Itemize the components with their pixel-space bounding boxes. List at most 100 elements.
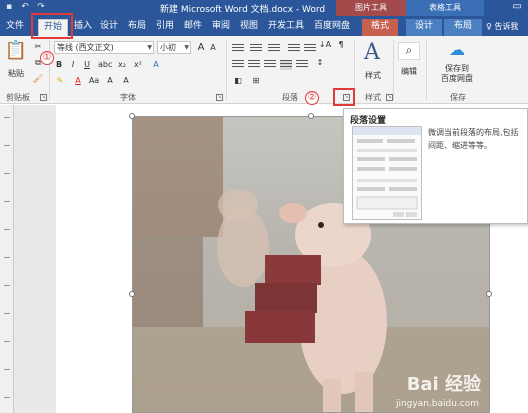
ruler-tick [4,257,10,258]
tab-view[interactable]: 视图 [238,19,260,36]
tab-design[interactable]: 设计 [98,19,120,36]
align-right-icon[interactable] [264,60,276,70]
decrease-indent-icon[interactable] [288,44,300,54]
bold-icon[interactable]: B [54,60,64,69]
group-paragraph-label: 段落 [282,93,298,102]
underline-icon[interactable]: U [82,60,92,69]
pig-leg [323,379,341,412]
grow-font-icon[interactable]: A [195,42,207,53]
save-to-baidu-label[interactable]: 保存到 百度网盘 [430,64,484,84]
italic-icon[interactable]: I [68,60,78,69]
highlight-color-icon[interactable]: ✎ [54,76,66,85]
background-pig-head [218,189,258,221]
resize-handle[interactable] [308,113,314,119]
separator [226,40,227,100]
tab-references[interactable]: 引用 [154,19,176,36]
tab-picture-format[interactable]: 格式 [362,19,398,36]
tab-insert[interactable]: 插入 [72,19,94,36]
pig-leg [355,372,373,412]
text-effects-icon[interactable]: A [150,60,162,69]
justify-icon[interactable] [280,60,292,70]
char-shading-icon[interactable]: A [104,76,116,85]
font-launcher-icon[interactable]: ↘ [216,94,223,101]
bullets-icon[interactable] [232,44,244,54]
group-save-label: 保存 [450,93,466,102]
background-box [133,237,203,327]
ribbon-display-icon[interactable]: ▭ [513,1,522,12]
tab-review[interactable]: 审阅 [210,19,232,36]
align-left-icon[interactable] [232,60,244,70]
save-icon[interactable]: ▪ [4,2,14,13]
chevron-down-icon: ▼ [184,44,189,51]
separator [393,40,394,100]
superscript-icon[interactable]: x² [132,60,144,69]
step-1-marker: ① [40,51,54,65]
ruler-tick [4,145,10,146]
align-center-icon[interactable] [248,60,260,70]
tooltip-description: 微调当前段落的布局,包括间距、缩进等等。 [428,128,519,150]
cut-icon[interactable]: ✂ [32,42,44,51]
multilevel-list-icon[interactable] [268,44,280,54]
edit-label[interactable]: 编辑 [396,66,422,77]
font-name-select[interactable]: 等线 (西文正文) ▼ [54,41,154,54]
tab-table-design[interactable]: 设计 [406,19,442,36]
ruler-tick [4,397,10,398]
shrink-font-icon[interactable]: A [208,43,218,52]
tab-mailings[interactable]: 邮件 [182,19,204,36]
brick [245,311,315,343]
paragraph-dialog-preview-icon [352,126,422,220]
ruler-tick [4,201,10,202]
styles-launcher-icon[interactable]: ↘ [386,94,393,101]
find-icon[interactable]: ⌕ [398,42,420,60]
paragraph-settings-tooltip: 段落设置 微调当前段落的布局,包括间距、缩进等等。 [343,108,528,224]
resize-handle[interactable] [129,113,135,119]
paste-label[interactable]: 粘贴 [4,68,28,79]
redo-icon[interactable]: ↷ [36,2,46,13]
tell-me-search[interactable]: ♀ 告诉我 [486,21,518,32]
table-tools-label: 表格工具 [406,0,484,16]
distributed-icon[interactable] [296,60,308,70]
tooltip-title: 段落设置 [350,116,387,126]
separator [49,40,50,100]
font-name-value: 等线 (西文正文) [57,43,114,52]
paste-icon[interactable]: 📋 [4,40,28,66]
group-font-label: 字体 [120,93,136,102]
tab-baidu-netdisk[interactable]: 百度网盘 [312,19,352,36]
title-bar: ▪ ↶ ↷ 新建 Microsoft Word 文档.docx - Word 图… [0,0,528,16]
borders-icon[interactable]: ⊞ [250,76,262,85]
sort-icon[interactable]: ↓A [318,40,332,49]
increase-indent-icon[interactable] [304,44,316,54]
undo-icon[interactable]: ↶ [20,2,30,13]
ruler-tick [4,117,10,118]
change-case-icon[interactable]: Aa [88,76,100,85]
tab-developer[interactable]: 开发工具 [266,19,306,36]
ruler-tick [4,341,10,342]
styles-icon[interactable]: A [364,40,380,65]
show-marks-icon[interactable]: ¶ [336,40,346,49]
shading-icon[interactable]: ◧ [232,76,244,85]
strikethrough-icon[interactable]: abc [98,60,112,69]
baidu-netdisk-icon[interactable]: ☁ [446,40,468,59]
numbering-icon[interactable] [250,44,262,54]
styles-label[interactable]: 样式 [360,70,386,81]
ribbon-tabs: 文件 开始 插入 设计 布局 引用 邮件 审阅 视图 开发工具 百度网盘 格式 … [0,16,528,36]
resize-handle[interactable] [486,291,492,297]
line-spacing-icon[interactable]: ↕ [314,58,326,67]
highlight-box-paragraph-launcher [333,88,355,106]
baidu-watermark-url: jingyan.baidu.com [395,399,479,409]
format-painter-icon[interactable]: 🖌 [32,74,44,83]
font-size-select[interactable]: 小初 ▼ [157,41,191,54]
char-border-icon[interactable]: A [120,76,132,85]
tab-layout[interactable]: 布局 [126,19,148,36]
ruler-tick [4,285,10,286]
quick-access-toolbar: ▪ ↶ ↷ [4,2,46,13]
clipboard-launcher-icon[interactable]: ↘ [40,94,47,101]
tab-file[interactable]: 文件 [4,19,26,36]
baidu-watermark-logo: Bai 经验 [406,374,481,395]
resize-handle[interactable] [129,291,135,297]
chevron-down-icon: ▼ [147,44,152,51]
font-color-icon[interactable]: A [72,76,84,85]
vertical-ruler [0,105,14,413]
subscript-icon[interactable]: x₂ [116,60,128,69]
tab-table-layout[interactable]: 布局 [444,19,482,36]
